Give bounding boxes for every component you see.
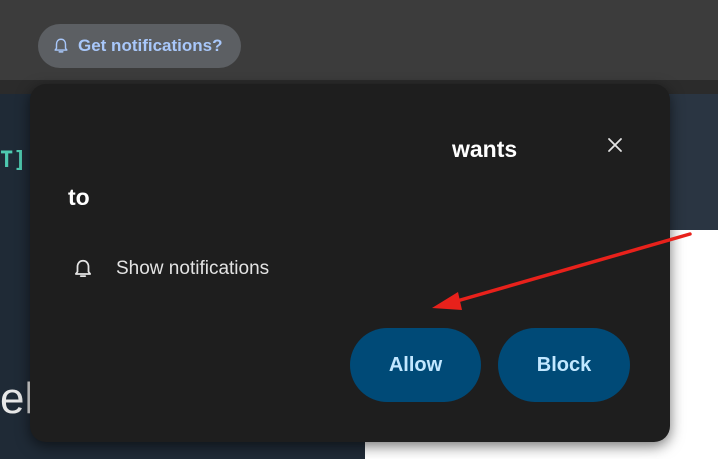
notification-permission-popup: wants to Show notifications Allow Block (30, 84, 670, 442)
permission-row: Show notifications (72, 258, 269, 280)
page-code-fragment: T] (0, 148, 27, 173)
allow-button[interactable]: Allow (350, 328, 481, 402)
block-button[interactable]: Block (498, 328, 630, 402)
permission-label: Show notifications (116, 258, 270, 279)
chip-label: Get notifications? (78, 36, 223, 55)
popup-title-site-wants: wants (452, 136, 518, 162)
bell-icon (72, 258, 94, 280)
notification-request-chip[interactable]: Get notifications? (38, 24, 241, 68)
popup-title-to: to (68, 184, 90, 210)
close-icon (607, 137, 623, 153)
bell-icon (52, 37, 70, 55)
close-button[interactable] (598, 128, 632, 162)
screenshot-stage: T] el Get notifications? wants to Show n… (0, 0, 718, 459)
